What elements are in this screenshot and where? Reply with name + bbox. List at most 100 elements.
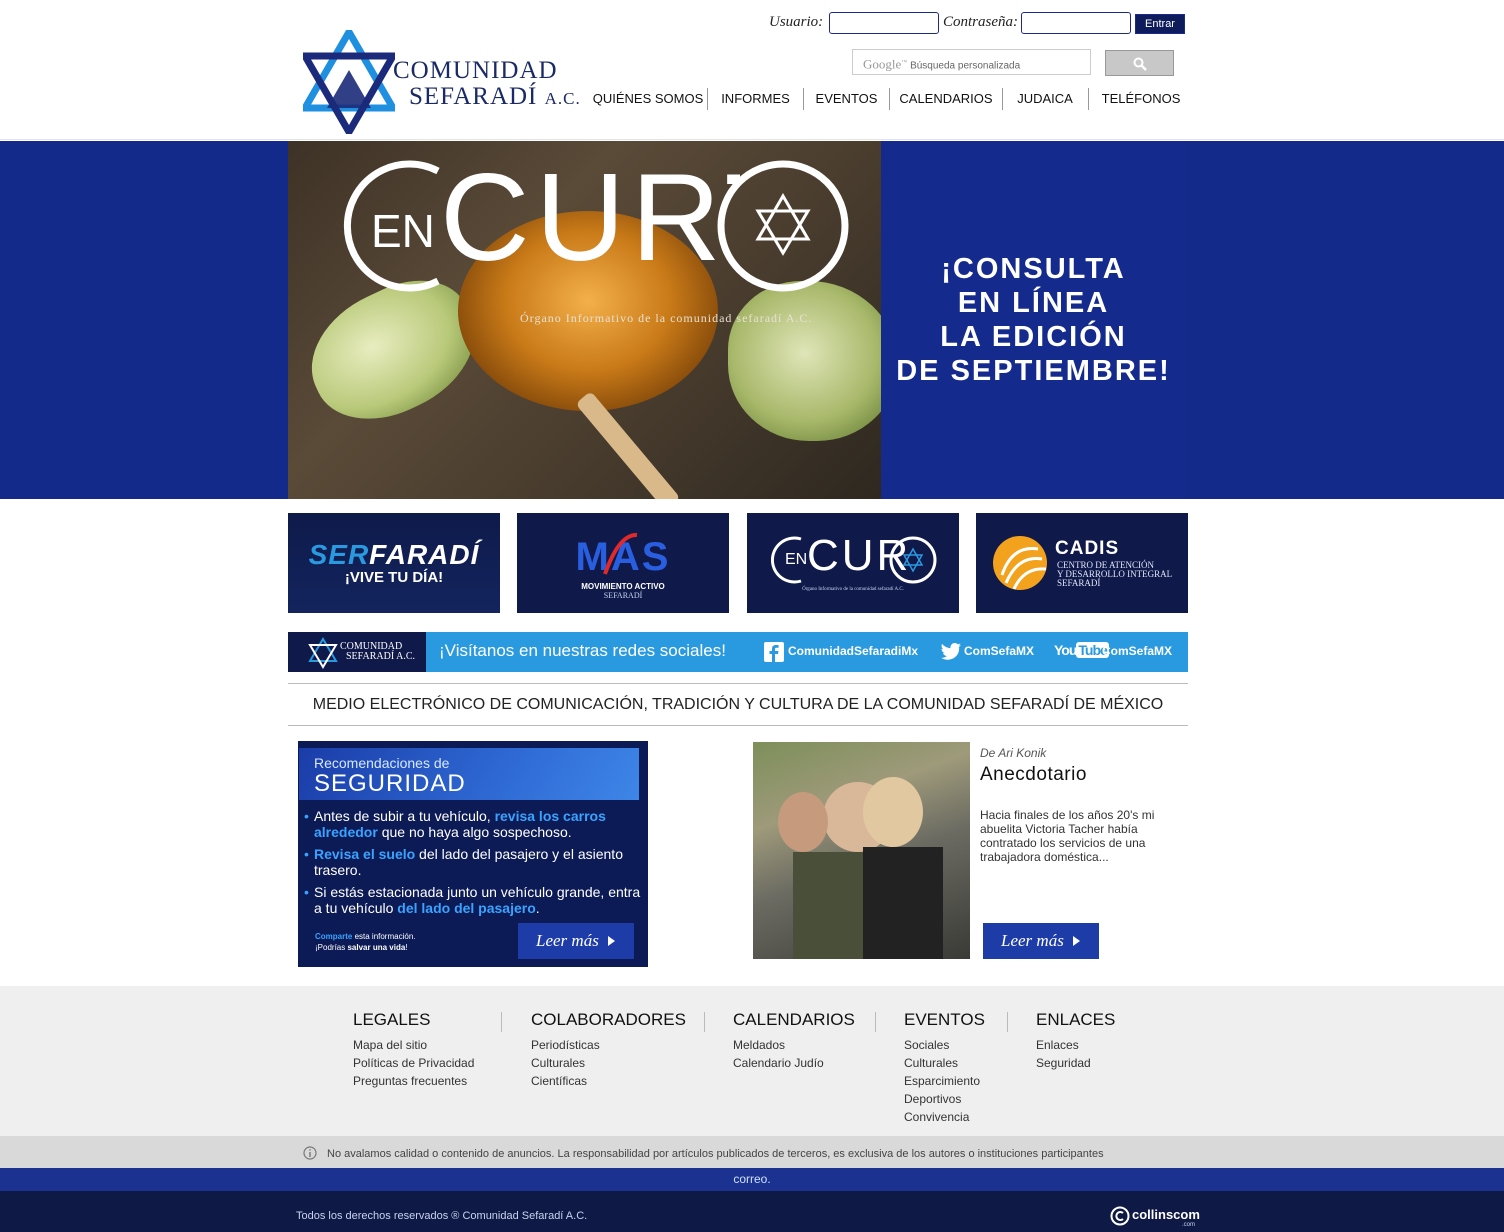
correo-link[interactable]: correo. [0, 1168, 1504, 1191]
copyright: Todos los derechos reservados ® Comunida… [296, 1210, 588, 1222]
footer-column-title: ENLACES [1036, 1010, 1116, 1029]
password-label: Contraseña: [943, 14, 1018, 30]
seguridad-highlight: del lado del pasajero [397, 900, 536, 916]
facebook-icon[interactable] [764, 642, 784, 662]
nav-judaica[interactable]: JUDAICA [1003, 88, 1087, 110]
article-byline: De Ari Konik [980, 746, 1047, 760]
collinscom-credit[interactable]: collinscom [1132, 1207, 1200, 1222]
article-title[interactable]: Anecdotario [980, 764, 1087, 786]
photo-figure [778, 792, 828, 852]
apple-slice-right [728, 281, 881, 441]
nav-eventos[interactable]: EVENTOS [804, 88, 889, 110]
youtube-logo-you: You [1054, 642, 1077, 658]
username-input[interactable] [829, 12, 939, 34]
youtube-link[interactable]: ComSefaMX [1102, 644, 1172, 658]
social-bar-logo[interactable]: COMUNIDAD SEFARADÍ A.C. [288, 632, 426, 672]
hero-cta-line: ¡CONSULTA [941, 253, 1126, 285]
star-of-david-icon [303, 30, 395, 134]
hero-cta-text[interactable]: ¡CONSULTA EN LÍNEA LA EDICIÓN DE SEPTIEM… [881, 252, 1186, 388]
article-read-more-button[interactable]: Leer más [983, 923, 1099, 959]
hero-image[interactable]: EN CURTO Órgano Informativo de la comuni… [288, 141, 881, 499]
logo-line-2: SEFARADÍ A.C. [393, 84, 581, 112]
article-photo[interactable] [753, 742, 970, 959]
cadis-title: CADIS [1055, 538, 1120, 559]
youtube-icon[interactable]: You Tube [1054, 642, 1109, 658]
serfaradi-word-a: SER [308, 539, 370, 570]
mas-line-2: SEFARADÍ [603, 591, 643, 600]
seguridad-kicker: Recomendaciones de [314, 755, 450, 771]
logo-wordmark: COMUNIDAD SEFARADÍ A.C. [393, 58, 581, 112]
tile-serfaradi[interactable]: SERFARADÍ ¡VIVE TU DÍA! [288, 513, 500, 613]
footer-link[interactable]: Políticas de Privacidad [353, 1054, 474, 1072]
nav-quienes-somos[interactable]: QUIÉNES SOMOS [590, 88, 706, 110]
disclaimer-text: No avalamos calidad o contenido de anunc… [327, 1148, 1104, 1160]
seguridad-share-line-1: Comparte esta información. [315, 931, 415, 942]
footer-separator [1007, 1012, 1008, 1032]
twitter-link[interactable]: ComSefaMX [964, 644, 1034, 658]
search-button[interactable] [1105, 50, 1174, 76]
footer-column-title: EVENTOS [904, 1010, 985, 1029]
footer-link[interactable]: Culturales [531, 1054, 686, 1072]
facebook-link[interactable]: ComunidadSefaradiMx [788, 644, 918, 658]
serfaradi-title: SERFARADÍ [288, 539, 500, 571]
seguridad-share-text: ! [405, 943, 408, 952]
footer-link[interactable]: Preguntas frecuentes [353, 1072, 474, 1090]
seguridad-title: SEGURIDAD [314, 770, 466, 797]
nav-telefonos[interactable]: TELÉFONOS [1089, 88, 1193, 110]
footer-link[interactable]: Deportivos [904, 1090, 985, 1108]
footer-link[interactable]: Mapa del sitio [353, 1036, 474, 1054]
login-button[interactable]: Entrar [1135, 14, 1185, 34]
social-invite: ¡Visítanos en nuestras redes sociales! [439, 641, 726, 660]
hero-cta-line: EN LÍNEA [957, 287, 1110, 319]
footer-column-enlaces: ENLACES Enlaces Seguridad [1036, 1010, 1115, 1072]
photo-figure [863, 777, 923, 847]
tile-mas[interactable]: MAS MOVIMIENTO ACTIVO SEFARADÍ [517, 513, 729, 613]
search-input[interactable]: Google™ Búsqueda personalizada [852, 49, 1091, 75]
hero-cta-line: DE SEPTIEMBRE! [896, 355, 1171, 387]
footer-link[interactable]: Seguridad [1036, 1054, 1115, 1072]
footer-column-title: CALENDARIOS [733, 1010, 855, 1029]
footer-link[interactable]: Esparcimiento [904, 1072, 985, 1090]
seguridad-share-text: ¡Podrías [315, 943, 348, 952]
cadis-sun-icon [993, 536, 1047, 590]
footer-link[interactable]: Convivencia [904, 1108, 985, 1126]
password-input[interactable] [1021, 12, 1131, 34]
collinscom-logo-icon[interactable] [1110, 1206, 1130, 1226]
footer-link[interactable]: Periodísticas [531, 1036, 686, 1054]
seguridad-item: •Revisa el suelo del lado del pasajero y… [302, 846, 642, 878]
photo-figure [793, 852, 873, 959]
footer-link[interactable]: Sociales [904, 1036, 985, 1054]
hero-cta-line: LA EDICIÓN [940, 321, 1127, 353]
en-curto-title: CURTO [440, 153, 740, 283]
footer-link[interactable]: Calendario Judío [733, 1054, 855, 1072]
read-more-label: Leer más [1001, 931, 1064, 950]
cadis-subtitle: CENTRO DE ATENCIÓN Y DESARROLLO INTEGRAL… [1057, 561, 1172, 588]
social-logo-text: COMUNIDAD SEFARADÍ A.C. [340, 642, 415, 662]
info-icon [303, 1146, 317, 1160]
tile-cadis[interactable]: CADIS CENTRO DE ATENCIÓN Y DESARROLLO IN… [976, 513, 1188, 613]
footer-link[interactable]: Enlaces [1036, 1036, 1115, 1054]
footer-column-calendarios: CALENDARIOS Meldados Calendario Judío [733, 1010, 855, 1072]
footer-link[interactable]: Culturales [904, 1054, 985, 1072]
footer-column-legales: LEGALES Mapa del sitio Políticas de Priv… [353, 1010, 474, 1090]
seguridad-text: Antes de subir a tu vehículo, [314, 808, 495, 824]
logo-line-2-text: SEFARADÍ [409, 83, 538, 110]
social-bar: ¡Visítanos en nuestras redes sociales! C… [426, 632, 1188, 672]
photo-figure [863, 847, 943, 959]
seguridad-read-more-button[interactable]: Leer más [518, 923, 634, 959]
twitter-icon[interactable] [941, 643, 961, 660]
nav-informes[interactable]: INFORMES [708, 88, 803, 110]
en-curto-small-title-text: CURTO [807, 532, 911, 580]
seguridad-item: •Si estás estacionada junto un vehículo … [302, 884, 642, 916]
seguridad-highlight: Revisa el suelo [314, 846, 416, 862]
site-tagline: MEDIO ELECTRÓNICO DE COMUNICACIÓN, TRADI… [288, 683, 1188, 726]
footer-column-colaboradores: COLABORADORES Periodísticas Culturales C… [531, 1010, 686, 1090]
footer-column-title: LEGALES [353, 1010, 431, 1029]
tile-en-curto[interactable]: EN CURTO Órgano Informativo de la comuni… [747, 513, 959, 613]
seguridad-text: que no haya algo sospechoso. [377, 824, 572, 840]
nav-calendarios[interactable]: CALENDARIOS [890, 88, 1002, 110]
social-logo-line-2: SEFARADÍ A.C. [346, 651, 415, 662]
footer-link[interactable]: Meldados [733, 1036, 855, 1054]
footer-link[interactable]: Científicas [531, 1072, 686, 1090]
en-curto-subtitle: Órgano Informativo de la comunidad sefar… [520, 311, 813, 325]
